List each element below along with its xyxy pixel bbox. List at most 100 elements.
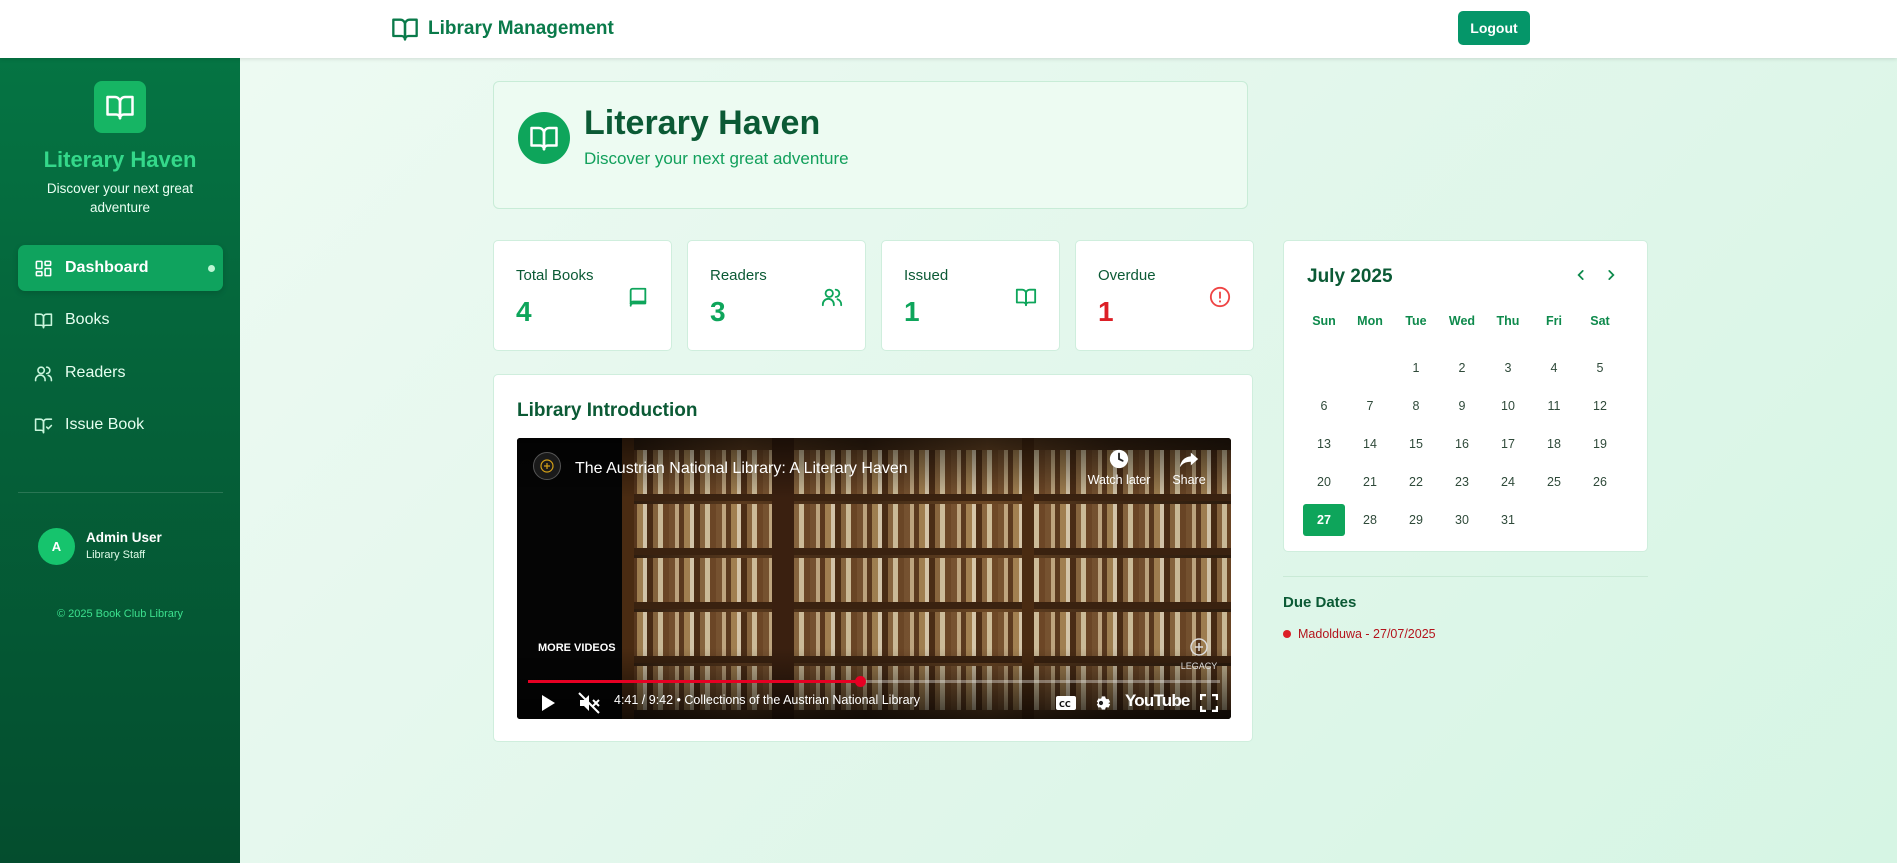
calendar-day[interactable]: 3	[1487, 352, 1529, 384]
calendar-day[interactable]: 5	[1579, 352, 1621, 384]
calendar-day[interactable]: 17	[1487, 428, 1529, 460]
watch-later-button[interactable]: Watch later	[1082, 448, 1156, 487]
weekday-header: Tue	[1405, 314, 1427, 328]
users-icon	[821, 288, 843, 307]
intro-title: Library Introduction	[517, 400, 698, 421]
settings-gear-icon[interactable]	[1091, 693, 1111, 713]
calendar-day[interactable]: 16	[1441, 428, 1483, 460]
video-title[interactable]: The Austrian National Library: A Literar…	[575, 460, 908, 478]
banner-icon	[518, 112, 570, 164]
video-time: 4:41 / 9:42 • Collections of the Austria…	[614, 693, 920, 707]
mute-icon[interactable]	[577, 691, 601, 715]
brand[interactable]: Library Management	[390, 14, 614, 44]
sidebar-title: Literary Haven	[43, 147, 197, 172]
dashboard-grid-icon	[35, 260, 52, 276]
more-videos-button[interactable]: MORE VIDEOS	[538, 642, 616, 654]
calendar-day[interactable]: 6	[1303, 390, 1345, 422]
share-button[interactable]: Share	[1162, 448, 1216, 487]
calendar-day[interactable]: 24	[1487, 466, 1529, 498]
calendar-day[interactable]: 18	[1533, 428, 1575, 460]
calendar-day[interactable]: 9	[1441, 390, 1483, 422]
channel-logo[interactable]	[533, 452, 561, 480]
open-book-icon	[34, 312, 53, 328]
next-month-button[interactable]	[1601, 265, 1621, 285]
library-intro-card: Library Introduction The Austrian Nation…	[493, 374, 1253, 742]
calendar-day[interactable]: 21	[1349, 466, 1391, 498]
calendar-day[interactable]: 2	[1441, 352, 1483, 384]
stat-label: Overdue	[1098, 267, 1156, 284]
calendar-day[interactable]: 11	[1533, 390, 1575, 422]
captions-icon[interactable]: CC	[1055, 694, 1077, 712]
welcome-banner: Literary Haven Discover your next great …	[493, 81, 1248, 209]
svg-text:CC: CC	[1059, 700, 1071, 709]
open-book-icon	[1015, 288, 1037, 307]
stat-value: 4	[516, 296, 532, 327]
calendar-day[interactable]: 23	[1441, 466, 1483, 498]
calendar-day[interactable]: 30	[1441, 504, 1483, 536]
share-label: Share	[1172, 473, 1206, 487]
calendar-day[interactable]: 8	[1395, 390, 1437, 422]
logout-button[interactable]: Logout	[1458, 11, 1530, 45]
stat-value: 1	[904, 296, 920, 327]
legacy-emblem-icon	[1190, 638, 1208, 656]
calendar-day[interactable]: 20	[1303, 466, 1345, 498]
stat-label: Readers	[710, 267, 767, 284]
sidebar-subtitle: Discover your next great adventure	[46, 181, 194, 215]
sidebar-item-issue-book[interactable]: Issue Book	[18, 402, 223, 448]
calendar-day[interactable]: 7	[1349, 390, 1391, 422]
video-progress-bar[interactable]	[528, 676, 1220, 687]
open-book-icon	[530, 126, 558, 151]
sidebar-logo	[94, 81, 146, 133]
video-progress-fill	[528, 680, 861, 683]
calendar-day-today[interactable]: 27	[1303, 504, 1345, 536]
calendar-day[interactable]: 10	[1487, 390, 1529, 422]
stat-value: 1	[1098, 296, 1114, 327]
page-subtitle: Discover your next great adventure	[584, 149, 849, 168]
weekday-header: Thu	[1496, 314, 1520, 328]
open-book-icon	[392, 18, 418, 41]
avatar[interactable]: A	[38, 528, 75, 565]
sidebar-item-label: Books	[65, 311, 110, 328]
sidebar-item-books[interactable]: Books	[18, 297, 223, 343]
calendar-day[interactable]: 28	[1349, 504, 1391, 536]
calendar-day[interactable]: 22	[1395, 466, 1437, 498]
stat-card-total-books: Total Books 4	[493, 240, 672, 351]
calendar-day[interactable]: 12	[1579, 390, 1621, 422]
video-bottom-shade	[517, 648, 1231, 719]
shelf-board	[622, 548, 1231, 555]
shelf-board	[622, 602, 1231, 609]
prev-month-button[interactable]	[1571, 265, 1591, 285]
calendar-day[interactable]: 13	[1303, 428, 1345, 460]
calendar-day[interactable]: 14	[1349, 428, 1391, 460]
calendar-day[interactable]: 19	[1579, 428, 1621, 460]
calendar-day[interactable]: 1	[1395, 352, 1437, 384]
calendar-day[interactable]: 4	[1533, 352, 1575, 384]
play-icon[interactable]	[539, 693, 557, 713]
sidebar-item-dashboard[interactable]: Dashboard	[18, 245, 223, 291]
weekday-header: Wed	[1448, 314, 1476, 328]
watermark-text: LEGACY	[1180, 661, 1218, 671]
calendar-day[interactable]: 31	[1487, 504, 1529, 536]
calendar-day[interactable]: 15	[1395, 428, 1437, 460]
calendar-day[interactable]: 29	[1395, 504, 1437, 536]
video-player[interactable]: The Austrian National Library: A Literar…	[517, 438, 1231, 719]
sidebar-item-readers[interactable]: Readers	[18, 350, 223, 396]
page-title: Literary Haven	[584, 104, 821, 142]
alert-circle-icon	[1209, 286, 1231, 308]
open-book-icon	[106, 95, 134, 120]
due-date-text: Madolduwa - 27/07/2025	[1298, 627, 1436, 641]
book-icon	[629, 287, 647, 307]
due-date-item[interactable]: Madolduwa - 27/07/2025	[1283, 627, 1436, 641]
calendar-day[interactable]: 26	[1579, 466, 1621, 498]
channel-watermark: LEGACY	[1179, 635, 1219, 671]
calendar-day[interactable]: 25	[1533, 466, 1575, 498]
chevron-right-icon	[1608, 270, 1615, 280]
shelf-row	[622, 504, 1231, 548]
sidebar-footer: © 2025 Book Club Library	[56, 608, 184, 620]
youtube-logo[interactable]: YouTube	[1125, 691, 1190, 711]
fullscreen-icon[interactable]	[1200, 694, 1218, 712]
clock-icon	[1109, 449, 1129, 469]
due-dates-title: Due Dates	[1283, 594, 1357, 611]
calendar-month: July 2025	[1307, 266, 1393, 287]
weekday-header: Fri	[1546, 314, 1562, 328]
